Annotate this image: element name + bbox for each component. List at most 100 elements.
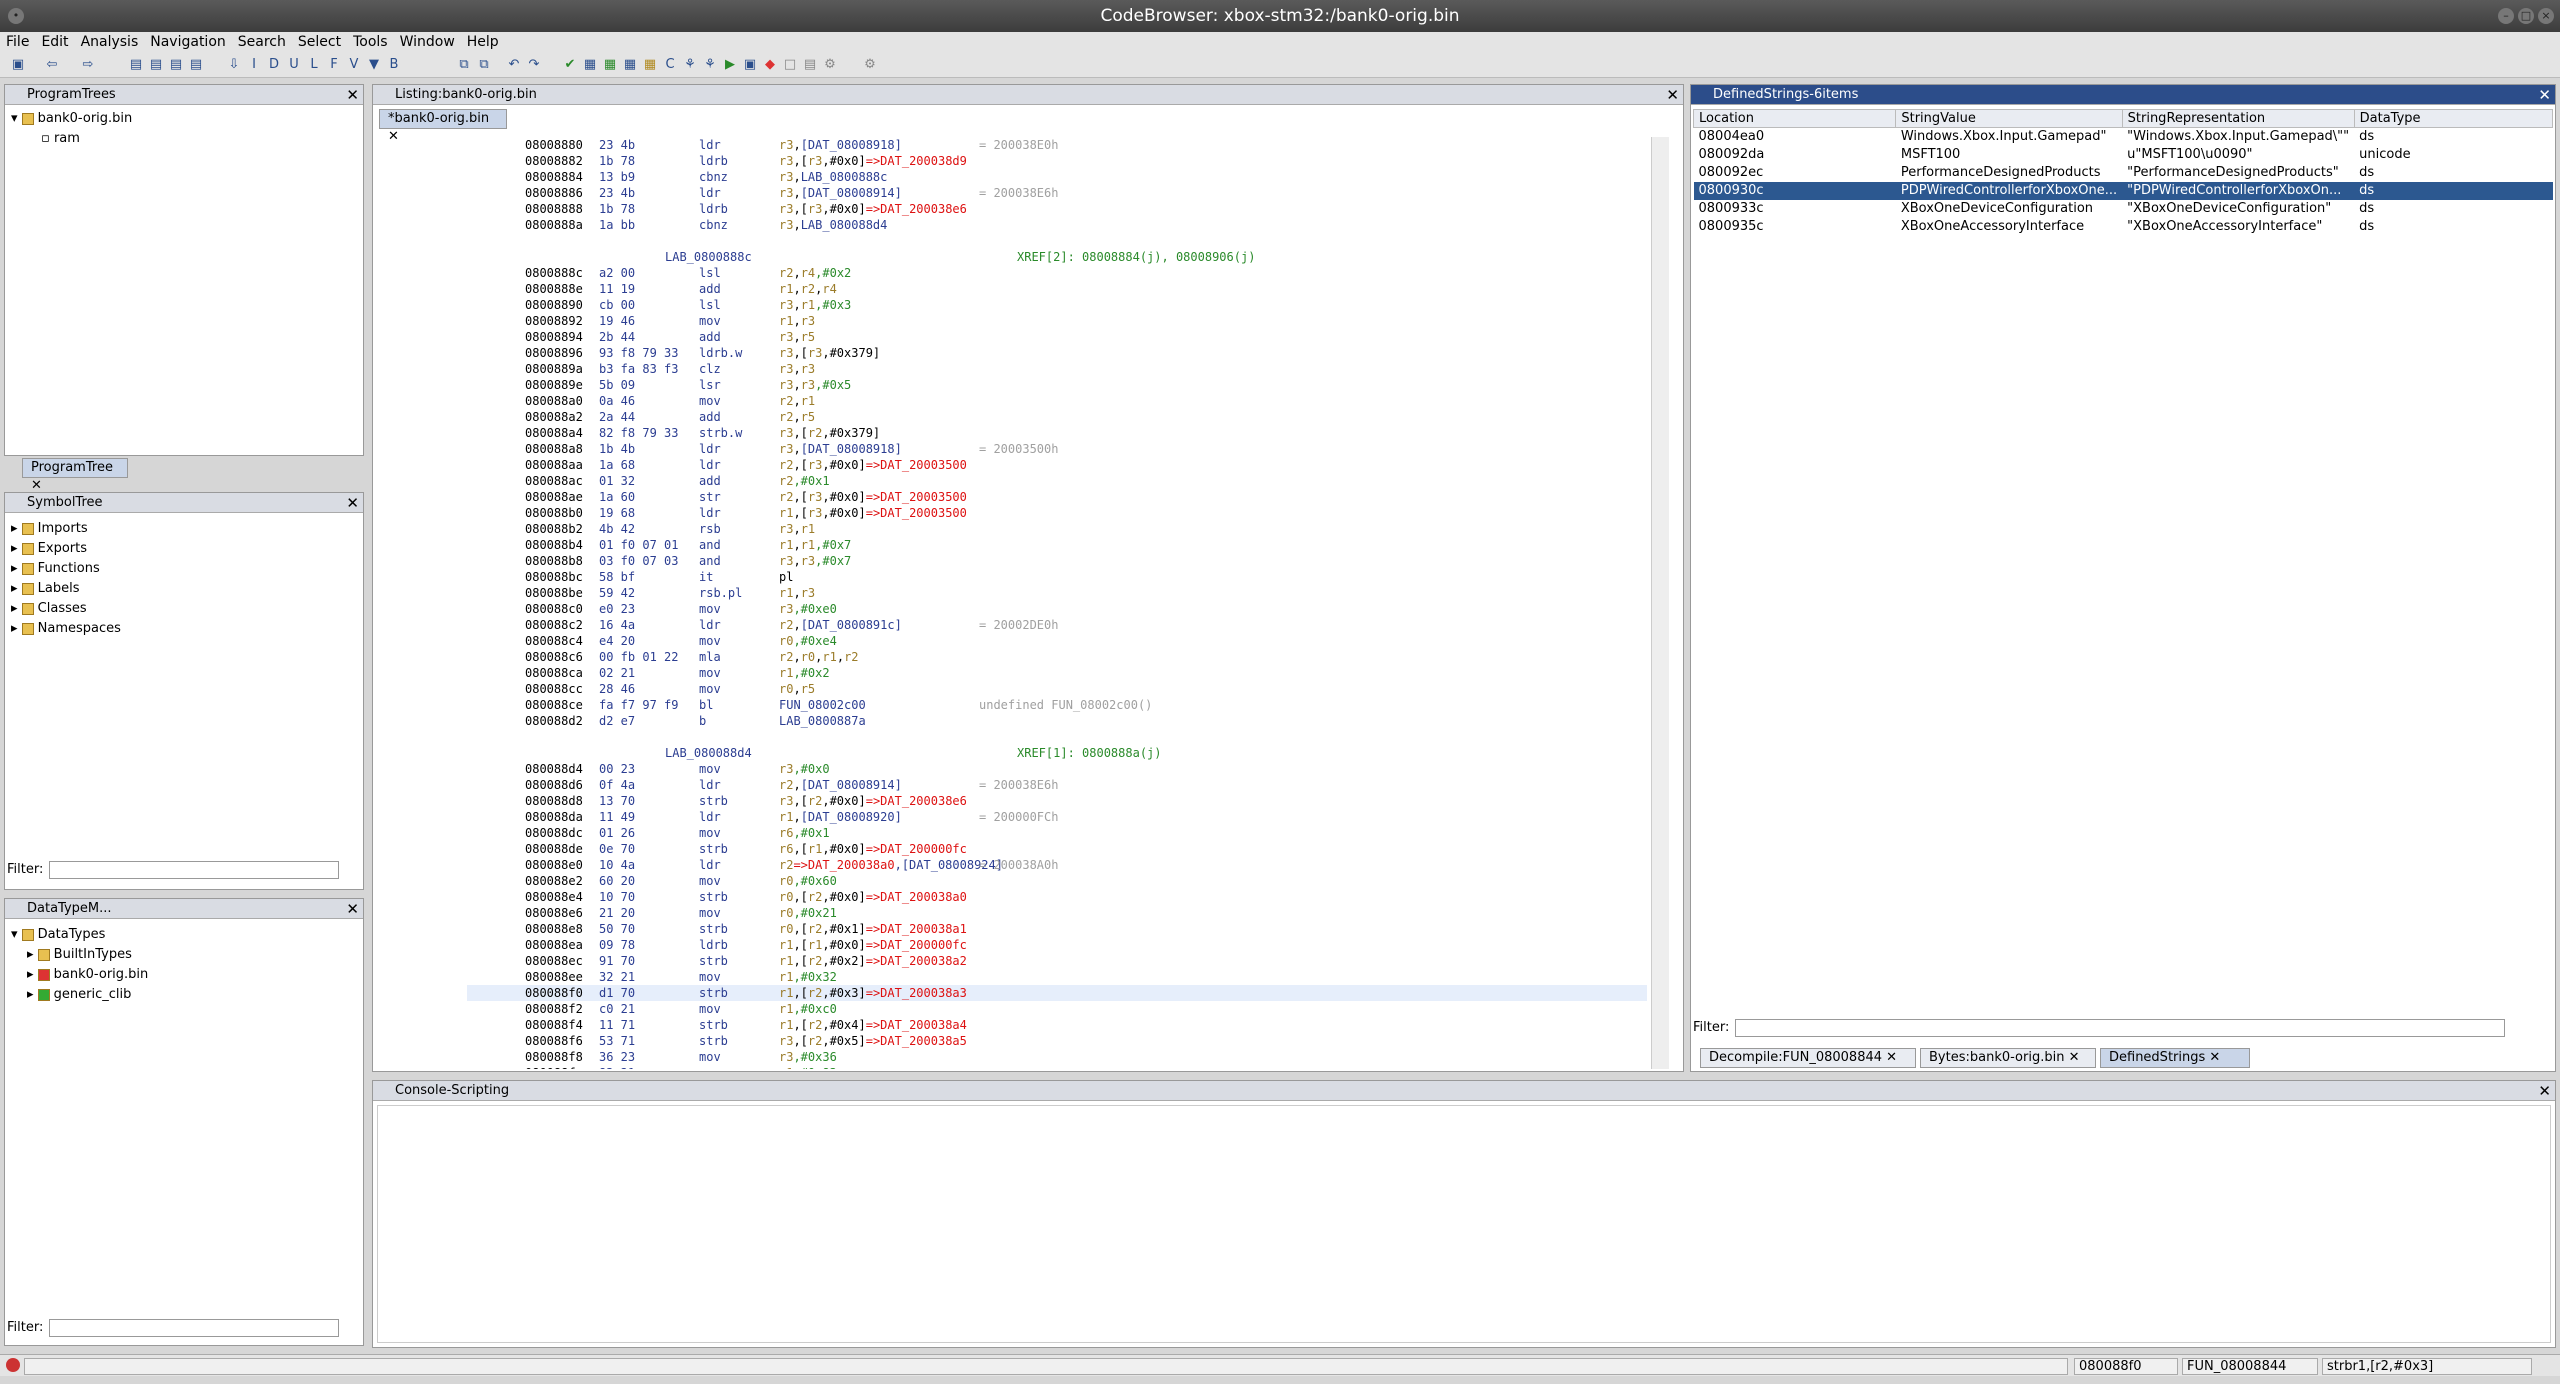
listing-label-row[interactable]: LAB_0800888c XREF[2]: 08008884(j), 080089… <box>467 249 1647 265</box>
listing-row[interactable]: 080088f4 11 71 strb r1,[r2,#0x4]=>DAT_20003… <box>467 1017 1647 1033</box>
close-window-icon[interactable]: × <box>2538 8 2554 24</box>
listing-row[interactable]: 080088aa 1a 68 ldr r2,[r3,#0x0]=>DAT_200035… <box>467 457 1647 473</box>
toolbar-icon-e[interactable]: C <box>662 57 678 73</box>
error-icon[interactable] <box>6 1358 20 1372</box>
listing-row[interactable]: 0800888a 1a bb cbnz r3,LAB_080088d4 <box>467 217 1647 233</box>
close-icon[interactable]: ✕ <box>346 493 359 513</box>
tree-item-builtin[interactable]: ▸ BuiltInTypes <box>11 945 148 965</box>
listing-view[interactable]: 08008880 23 4b ldr r3,[DAT_08008918] = 20003… <box>467 137 1647 1069</box>
toolbar-icon-f[interactable]: ⚘ <box>682 57 698 73</box>
column-header[interactable]: DataType <box>2353 109 2554 128</box>
tree-item-imports[interactable]: ▸ Imports <box>11 519 121 539</box>
save-icon[interactable]: ▣ <box>10 57 26 73</box>
table-row[interactable]: 080092ec PerformanceDesignedProducts "Perf… <box>1694 164 2553 182</box>
tree-item-ram[interactable]: ▫ ram <box>11 129 132 149</box>
table-row[interactable]: 0800935c XBoxOneAccessoryInterface "XBoxOn… <box>1694 218 2553 236</box>
console-output[interactable] <box>377 1105 2551 1343</box>
listing-row[interactable]: 080088b2 4b 42 rsb r3,r1 <box>467 521 1647 537</box>
next-label-icon[interactable]: L <box>306 57 322 73</box>
listing-row[interactable]: 080088a0 0a 46 mov r2,r1 <box>467 393 1647 409</box>
column-header[interactable]: StringRepresentation <box>2121 109 2355 128</box>
listing-row[interactable]: 08008892 19 46 mov r1,r3 <box>467 313 1647 329</box>
toolbar-icon-j[interactable]: □ <box>782 57 798 73</box>
table-row[interactable]: 0800933c XBoxOneDeviceConfiguration "XBoxO… <box>1694 200 2553 218</box>
menu-help[interactable]: Help <box>461 32 505 52</box>
listing-row[interactable]: 080088ea 09 78 ldrb r1,[r1,#0x0]=>DAT_20000… <box>467 937 1647 953</box>
menu-window[interactable]: Window <box>394 32 461 52</box>
forward-icon[interactable]: ⇨ <box>80 57 96 73</box>
listing-row[interactable]: 080088d4 00 23 mov r3,#0x0 <box>467 761 1647 777</box>
checkmark-icon[interactable]: ✔ <box>562 57 578 73</box>
toolbar-icon-d[interactable]: ▦ <box>642 57 658 73</box>
listing-row[interactable]: 080088c6 00 fb 01 22 mla r2,r0,r1,r2 <box>467 649 1647 665</box>
table-row[interactable]: 08004ea0 Windows.Xbox.Input.Gamepad" "Wind… <box>1694 128 2553 146</box>
listing-row[interactable]: 080088dc 01 26 mov r6,#0x1 <box>467 825 1647 841</box>
tree-item-root[interactable]: ▾ bank0-orig.bin <box>11 109 132 129</box>
window-menu-icon[interactable]: • <box>8 8 24 24</box>
nav-icon-1[interactable]: ▤ <box>128 57 144 73</box>
toolbar-icon-l[interactable]: ⚙ <box>822 57 838 73</box>
next-undefined-icon[interactable]: D <box>266 57 282 73</box>
tree-item-namespaces[interactable]: ▸ Namespaces <box>11 619 121 639</box>
close-icon[interactable]: ✕ <box>2538 1081 2551 1101</box>
listing-row[interactable]: 0800889e 5b 09 lsr r3,r3,#0x5 <box>467 377 1647 393</box>
nav-icon-4[interactable]: ▤ <box>188 57 204 73</box>
listing-scrollbar[interactable] <box>1651 137 1669 1069</box>
menu-search[interactable]: Search <box>232 32 292 52</box>
next-data-icon[interactable]: I <box>246 57 262 73</box>
menu-analysis[interactable]: Analysis <box>75 32 145 52</box>
tree-item-labels[interactable]: ▸ Labels <box>11 579 121 599</box>
column-header[interactable]: StringValue <box>1895 109 2123 128</box>
close-icon[interactable]: ✕ <box>346 85 359 105</box>
listing-row[interactable]: 080088b0 19 68 ldr r1,[r3,#0x0]=>DAT_200035… <box>467 505 1647 521</box>
listing-row[interactable]: 080088ec 91 70 strb r1,[r2,#0x2]=>DAT_20003… <box>467 953 1647 969</box>
toolbar-icon-c[interactable]: ▦ <box>622 57 638 73</box>
listing-row[interactable]: 080088f2 c0 21 mov r1,#0xc0 <box>467 1001 1647 1017</box>
listing-label-row[interactable]: LAB_080088d4 XREF[1]: 0800888a(j) <box>467 745 1647 761</box>
listing-row[interactable]: 080088f6 53 71 strb r3,[r2,#0x5]=>DAT_20003… <box>467 1033 1647 1049</box>
datatype-filter-input[interactable] <box>49 1319 339 1337</box>
menu-tools[interactable]: Tools <box>347 32 394 52</box>
next-instruction-icon[interactable]: ⇩ <box>226 57 242 73</box>
toolbar-icon-g[interactable]: ⚘ <box>702 57 718 73</box>
close-icon[interactable]: ✕ <box>2538 85 2551 105</box>
symbol-filter-input[interactable] <box>49 861 339 879</box>
listing-row[interactable]: 080088b4 01 f0 07 01 and r1,r1,#0x7 <box>467 537 1647 553</box>
close-icon[interactable]: ✕ <box>346 899 359 919</box>
undo-icon[interactable]: ↶ <box>506 57 522 73</box>
tree-item-program[interactable]: ▸ bank0-orig.bin <box>11 965 148 985</box>
listing-row[interactable]: 080088d2 d2 e7 b LAB_0800887a <box>467 713 1647 729</box>
toolbar-icon-copy[interactable]: ⧉ <box>456 57 472 73</box>
tree-item-generic-clib[interactable]: ▸ generic_clib <box>11 985 148 1005</box>
toolbar-icon-m[interactable]: ⚙ <box>862 57 878 73</box>
nav-icon-3[interactable]: ▤ <box>168 57 184 73</box>
listing-row[interactable]: 080088a8 1b 4b ldr r3,[DAT_08008918] = 20003… <box>467 441 1647 457</box>
toolbar-icon-k[interactable]: ▤ <box>802 57 818 73</box>
listing-row[interactable]: 080088d8 13 70 strb r3,[r2,#0x0]=>DAT_20003… <box>467 793 1647 809</box>
listing-row[interactable]: 080088ce fa f7 97 f9 bl FUN_08002c00 undefin… <box>467 697 1647 713</box>
menu-select[interactable]: Select <box>292 32 347 52</box>
toolbar-icon-h[interactable]: ▣ <box>742 57 758 73</box>
menu-file[interactable]: File <box>0 32 35 52</box>
close-icon[interactable]: ✕ <box>1666 85 1679 105</box>
listing-row[interactable]: 08008884 13 b9 cbnz r3,LAB_0800888c <box>467 169 1647 185</box>
listing-row[interactable]: 080088ca 02 21 mov r1,#0x2 <box>467 665 1647 681</box>
listing-row[interactable]: 080088f8 36 23 mov r3,#0x36 <box>467 1049 1647 1065</box>
tab-listing-file[interactable]: *bank0-orig.bin ✕ <box>379 109 507 144</box>
listing-row[interactable]: 080088e2 60 20 mov r0,#0x60 <box>467 873 1647 889</box>
listing-row[interactable]: 08008880 23 4b ldr r3,[DAT_08008918] = 20003… <box>467 137 1647 153</box>
listing-row[interactable]: 080088ee 32 21 mov r1,#0x32 <box>467 969 1647 985</box>
tree-item-functions[interactable]: ▸ Functions <box>11 559 121 579</box>
tree-item-exports[interactable]: ▸ Exports <box>11 539 121 559</box>
maximize-icon[interactable]: □ <box>2518 8 2534 24</box>
nav-icon-2[interactable]: ▤ <box>148 57 164 73</box>
listing-row[interactable]: 080088e0 10 4a ldr r2=>DAT_200038a0,[DAT_08… <box>467 857 1647 873</box>
listing-row[interactable]: 08008896 93 f8 79 33 ldrb.w r3,[r3,#0x379] <box>467 345 1647 361</box>
tab-defined-strings[interactable]: DefinedStrings ✕ <box>2100 1048 2250 1068</box>
listing-row[interactable]: 080088da 11 49 ldr r1,[DAT_08008920] = 20000… <box>467 809 1647 825</box>
listing-row[interactable]: 080088e8 50 70 strb r0,[r2,#0x1]=>DAT_20003… <box>467 921 1647 937</box>
listing-row[interactable]: 080088c2 16 4a ldr r2,[DAT_0800891c] = 20002… <box>467 617 1647 633</box>
tab-bytes[interactable]: Bytes:bank0-orig.bin ✕ <box>1920 1048 2096 1068</box>
listing-row[interactable]: 080088ac 01 32 add r2,#0x1 <box>467 473 1647 489</box>
menu-navigation[interactable]: Navigation <box>144 32 232 52</box>
